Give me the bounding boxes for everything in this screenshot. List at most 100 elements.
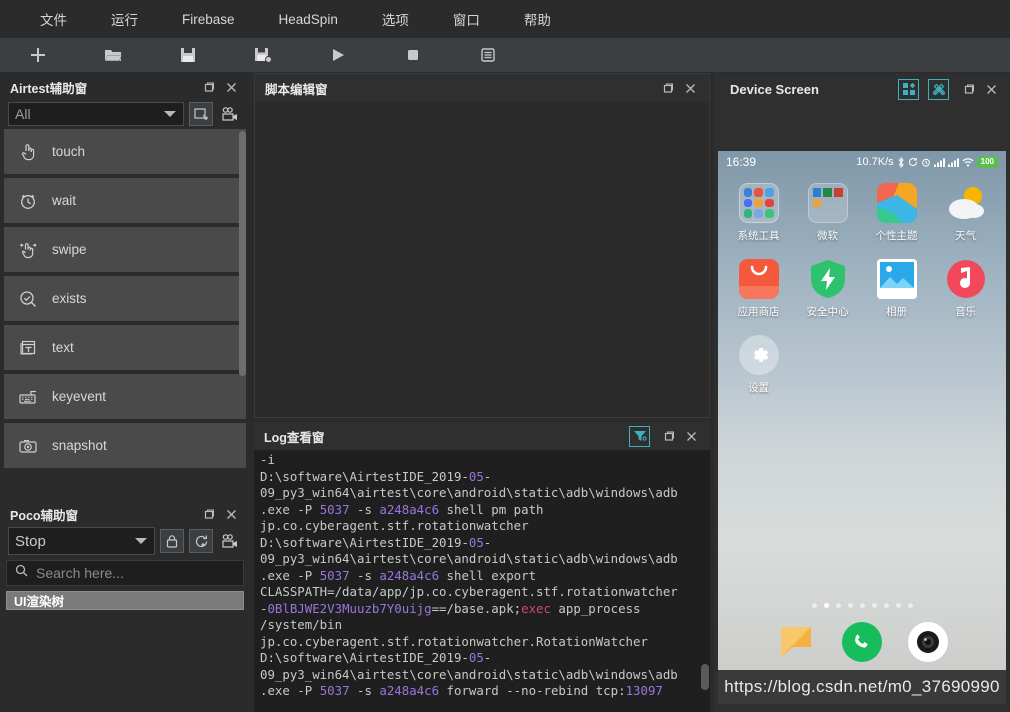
run-icon[interactable] xyxy=(300,38,375,73)
left-column: Airtest辅助窗 All touch wait swipe exists t… xyxy=(0,73,250,712)
page-dot xyxy=(811,603,817,608)
themes-icon xyxy=(876,183,917,223)
poco-lock-button[interactable] xyxy=(160,529,184,553)
poco-record-button[interactable] xyxy=(218,529,242,553)
log-viewer-panel: Log查看窗 -i D:\software\AirtestIDE_2019-05… xyxy=(254,422,710,712)
signal2-icon xyxy=(947,158,959,167)
log-restore-button[interactable] xyxy=(658,425,680,447)
editor-restore-button[interactable] xyxy=(657,77,679,99)
airtest-filter-row: All xyxy=(0,101,250,127)
airtest-screen-capture-button[interactable] xyxy=(189,102,213,126)
device-app-app-store[interactable]: 应用商店 xyxy=(724,259,793,319)
device-app-settings[interactable]: 设置 xyxy=(724,335,793,395)
filter-funnel-icon[interactable] xyxy=(629,425,650,447)
save-icon[interactable] xyxy=(150,38,225,73)
log-panel-titlebar: Log查看窗 xyxy=(254,422,710,450)
menu-run[interactable]: 运行 xyxy=(89,9,160,29)
airtest-command-label: wait xyxy=(52,193,77,208)
device-app-gallery[interactable]: 相册 xyxy=(862,259,931,319)
airtest-record-button[interactable] xyxy=(218,102,242,126)
poco-search-box[interactable] xyxy=(6,560,244,586)
poco-ui-tree-root[interactable]: UI渲染树 xyxy=(6,591,244,610)
page-dot xyxy=(871,603,877,608)
menu-options[interactable]: 选项 xyxy=(360,9,431,29)
bluetooth-icon xyxy=(897,156,905,168)
airtest-list-scrollbar[interactable] xyxy=(239,131,246,456)
weather-icon xyxy=(946,183,986,223)
messages-icon[interactable] xyxy=(776,622,816,662)
device-screen-panel: Device Screen 16:39 10.7K/s 100 系统工具 微软 … xyxy=(714,73,1010,712)
airtest-restore-button[interactable] xyxy=(198,76,220,98)
device-app-microsoft[interactable]: 微软 xyxy=(793,183,862,243)
poco-close-button[interactable] xyxy=(220,503,242,525)
poco-assistant-panel: Poco辅助窗 Stop Search here... UI渲染树 xyxy=(0,500,250,712)
log-close-button[interactable] xyxy=(680,425,702,447)
airtest-command-touch[interactable]: touch xyxy=(4,129,246,174)
wifi-icon xyxy=(962,157,974,167)
poco-mode-row: Stop xyxy=(0,527,250,555)
poco-mode-select[interactable]: Stop xyxy=(8,527,155,555)
phone-icon[interactable] xyxy=(842,622,882,662)
airtest-command-keyevent[interactable]: keyevent xyxy=(4,374,246,419)
stop-icon[interactable] xyxy=(375,38,450,73)
menu-headspin[interactable]: HeadSpin xyxy=(257,12,360,27)
tools-icon[interactable] xyxy=(928,78,949,100)
poco-refresh-button[interactable] xyxy=(189,529,213,553)
device-app-themes[interactable]: 个性主题 xyxy=(862,183,931,243)
editor-close-button[interactable] xyxy=(679,77,701,99)
menu-firebase[interactable]: Firebase xyxy=(160,12,257,27)
apps-grid-icon[interactable] xyxy=(898,78,919,100)
clock-icon xyxy=(18,191,38,211)
airtest-command-text[interactable]: text xyxy=(4,325,246,370)
airtest-panel-title: Airtest辅助窗 xyxy=(10,81,88,96)
device-app-system-tools[interactable]: 系统工具 xyxy=(724,183,793,243)
page-dot xyxy=(823,603,829,608)
settings-icon xyxy=(738,335,779,375)
log-output-area[interactable]: -i D:\software\AirtestIDE_2019-05- 09_py… xyxy=(254,450,710,712)
poco-panel-title: Poco辅助窗 xyxy=(10,508,79,523)
device-app-row-1: 系统工具 微软 个性主题 天气 xyxy=(718,173,1006,243)
text-window-icon xyxy=(18,338,38,358)
editor-panel-titlebar: 脚本编辑窗 xyxy=(255,74,709,102)
airtest-command-wait[interactable]: wait xyxy=(4,178,246,223)
airtest-filter-select[interactable]: All xyxy=(8,102,184,126)
app-store-icon xyxy=(738,259,779,299)
menu-file[interactable]: 文件 xyxy=(18,9,89,29)
menu-window[interactable]: 窗口 xyxy=(431,9,502,29)
log-vertical-scrollbar[interactable] xyxy=(701,664,709,690)
device-app-label: 安全中心 xyxy=(806,306,849,318)
airtest-command-snapshot[interactable]: snapshot xyxy=(4,423,246,468)
device-app-label: 微软 xyxy=(817,230,838,242)
airtest-close-button[interactable] xyxy=(220,76,242,98)
report-icon[interactable] xyxy=(450,38,525,73)
device-screen-mirror[interactable]: 16:39 10.7K/s 100 系统工具 微软 个性主题 天气 应用商店 安… xyxy=(718,151,1006,704)
device-app-label: 应用商店 xyxy=(737,306,780,318)
airtest-command-exists[interactable]: exists xyxy=(4,276,246,321)
device-app-label: 相册 xyxy=(886,306,907,318)
airtest-command-swipe[interactable]: swipe xyxy=(4,227,246,272)
device-app-security-center[interactable]: 安全中心 xyxy=(793,259,862,319)
device-close-button[interactable] xyxy=(980,78,1002,100)
device-app-weather[interactable]: 天气 xyxy=(931,183,1000,243)
poco-ui-tree-root-label: UI渲染树 xyxy=(14,595,65,609)
gallery-icon xyxy=(876,259,917,299)
device-panel-titlebar: Device Screen xyxy=(714,73,1010,105)
camera-dock-icon[interactable] xyxy=(908,622,948,662)
music-icon xyxy=(946,259,986,299)
poco-search-input[interactable] xyxy=(36,565,235,581)
watermark: https://blog.csdn.net/m0_37690990 xyxy=(718,670,1006,704)
security-center-icon xyxy=(808,259,848,299)
airtest-command-label: keyevent xyxy=(52,389,107,404)
folder-open-icon[interactable] xyxy=(75,38,150,73)
device-app-music[interactable]: 音乐 xyxy=(931,259,1000,319)
save-as-icon[interactable] xyxy=(225,38,300,73)
device-clock: 16:39 xyxy=(726,155,757,169)
script-editor-area[interactable] xyxy=(255,102,709,417)
menu-help[interactable]: 帮助 xyxy=(502,9,573,29)
device-restore-button[interactable] xyxy=(958,78,980,100)
workspace: Airtest辅助窗 All touch wait swipe exists t… xyxy=(0,73,1010,712)
swipe-hand-icon xyxy=(18,240,38,260)
poco-restore-button[interactable] xyxy=(198,503,220,525)
page-dot xyxy=(895,603,901,608)
plus-icon[interactable] xyxy=(0,38,75,73)
